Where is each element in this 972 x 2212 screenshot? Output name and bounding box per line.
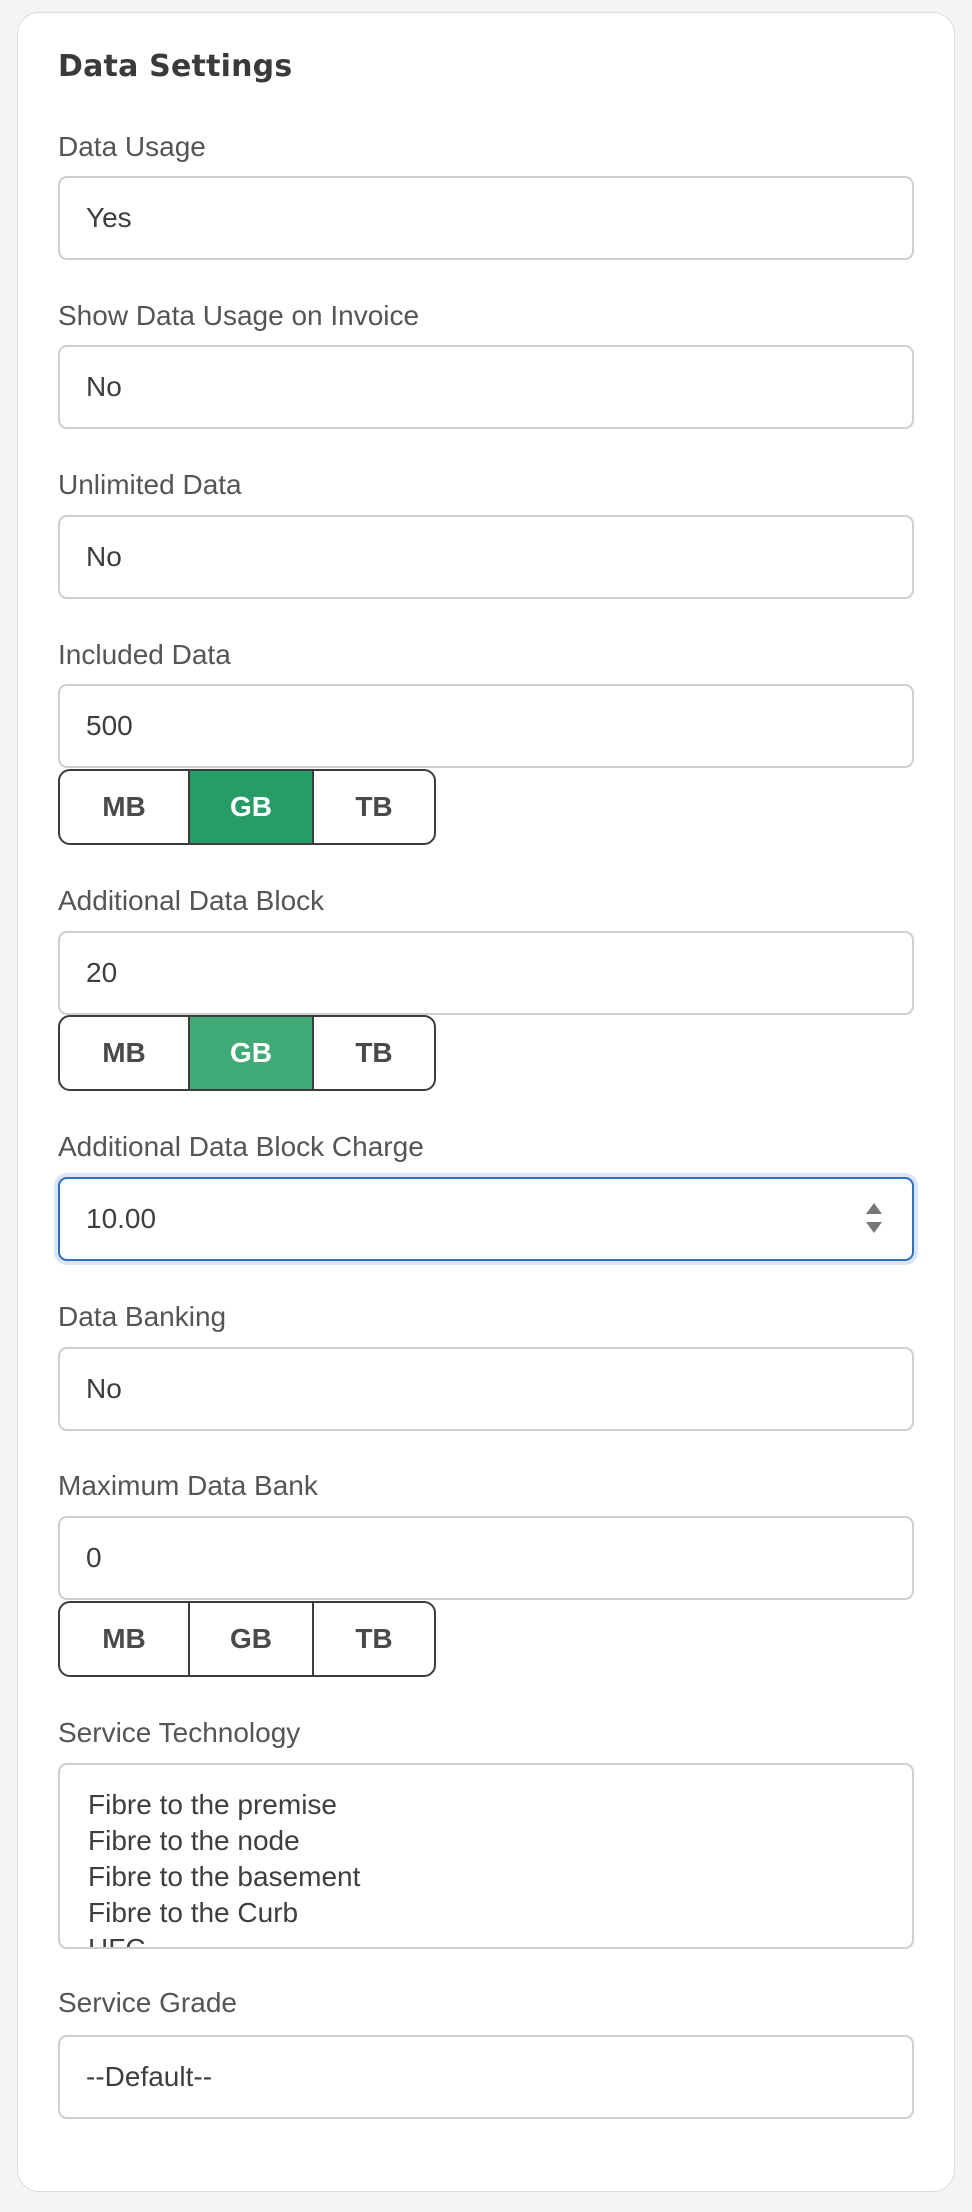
included-data-label: Included Data	[58, 639, 231, 670]
service-technology-label: Service Technology	[58, 1717, 301, 1748]
unlimited-data-select[interactable]: No	[58, 515, 914, 599]
data-banking-label: Data Banking	[58, 1301, 227, 1332]
included-unit-tb-button[interactable]: TB	[314, 771, 434, 843]
included-data-input[interactable]: 500	[58, 684, 914, 768]
additional-unit-mb-button[interactable]: MB	[60, 1017, 190, 1089]
service-grade-select[interactable]: --Default--	[58, 2035, 914, 2119]
service-technology-listbox[interactable]: Fibre to the premise Fibre to the node F…	[58, 1763, 914, 1949]
max-bank-unit-group: MB GB TB	[58, 1601, 436, 1677]
max-bank-unit-gb-button[interactable]: GB	[190, 1603, 314, 1675]
data-usage-select[interactable]: Yes	[58, 176, 914, 260]
included-unit-gb-button[interactable]: GB	[190, 771, 314, 843]
additional-unit-gb-button[interactable]: GB	[190, 1017, 314, 1089]
max-data-bank-input[interactable]: 0	[58, 1516, 914, 1600]
block-charge-value: 10.00	[86, 1203, 157, 1234]
spinner-up-icon[interactable]	[866, 1203, 882, 1214]
additional-block-label: Additional Data Block	[58, 885, 325, 916]
included-unit-mb-button[interactable]: MB	[60, 771, 190, 843]
number-spinner[interactable]	[864, 1203, 884, 1237]
max-bank-unit-tb-button[interactable]: TB	[314, 1603, 434, 1675]
data-settings-card: Data Settings Data Usage Yes Show Data U…	[17, 12, 955, 2192]
technology-option[interactable]: Fibre to the basement	[88, 1859, 912, 1895]
service-grade-label: Service Grade	[58, 1987, 237, 2018]
show-on-invoice-label: Show Data Usage on Invoice	[58, 300, 420, 331]
data-usage-label: Data Usage	[58, 131, 206, 162]
technology-option[interactable]: Fibre to the node	[88, 1823, 912, 1859]
included-data-unit-group: MB GB TB	[58, 769, 436, 845]
data-banking-select[interactable]: No	[58, 1347, 914, 1431]
spinner-down-icon[interactable]	[866, 1222, 882, 1233]
technology-option[interactable]: Fibre to the Curb	[88, 1895, 912, 1931]
max-data-bank-label: Maximum Data Bank	[58, 1470, 318, 1501]
additional-block-unit-group: MB GB TB	[58, 1015, 436, 1091]
block-charge-label: Additional Data Block Charge	[58, 1131, 424, 1162]
show-on-invoice-select[interactable]: No	[58, 345, 914, 429]
max-bank-unit-mb-button[interactable]: MB	[60, 1603, 190, 1675]
section-title: Data Settings	[58, 49, 293, 84]
additional-block-input[interactable]: 20	[58, 931, 914, 1015]
additional-unit-tb-button[interactable]: TB	[314, 1017, 434, 1089]
technology-option[interactable]: HFC	[88, 1931, 912, 1947]
technology-option[interactable]: Fibre to the premise	[88, 1787, 912, 1823]
unlimited-data-label: Unlimited Data	[58, 469, 242, 500]
block-charge-input[interactable]: 10.00	[58, 1177, 914, 1261]
